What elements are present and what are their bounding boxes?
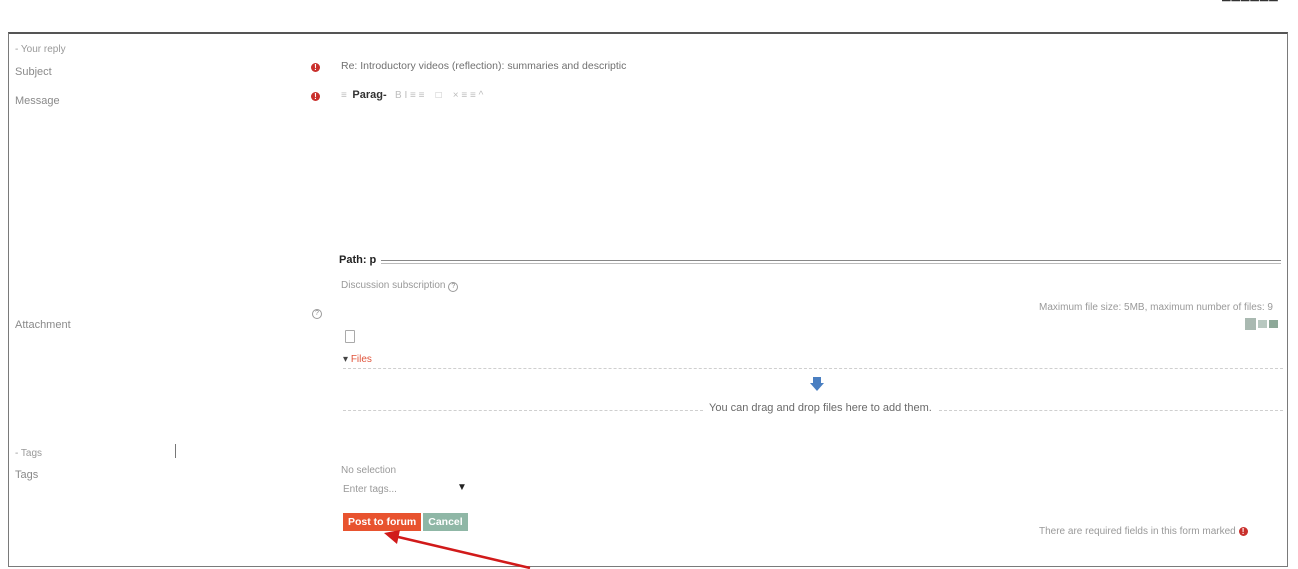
help-icon[interactable]: ? [448,282,459,292]
required-icon: ! [311,63,320,72]
editor-statusbar-line [381,260,1281,261]
cropped-top-text: ▔▔▔▔▔▔ [1222,1,1279,12]
editor-statusbar-line [381,263,1281,264]
subject-input[interactable]: Re: Introductory videos (reflection): su… [341,60,641,74]
grid-view-icon[interactable] [1245,318,1256,330]
help-icon[interactable]: ? [312,309,322,319]
list-view-icon[interactable] [1258,320,1267,328]
more-tools-buttons[interactable]: × ≡ ≡ ^ [453,90,484,101]
forum-reply-form: - Your reply Subject ! Re: Introductory … [8,32,1288,567]
subject-label: Subject [15,66,52,78]
add-file-icon[interactable] [345,330,355,343]
tags-label: Tags [15,469,39,481]
attachment-label: Attachment [15,319,71,331]
discussion-subscription-label: Discussion subscription [341,280,446,291]
no-selection-text: No selection [341,465,397,476]
view-toggle-group [1245,318,1281,330]
tags-input[interactable]: Enter tags... [343,484,397,495]
image-icon[interactable]: □ [436,90,442,101]
file-dropzone[interactable] [343,354,1283,428]
editor-path: Path: p [339,254,377,266]
max-file-info: Maximum file size: 5MB, maximum number o… [1039,302,1273,313]
annotation-arrow [384,530,531,569]
tree-view-icon[interactable] [1269,320,1278,328]
required-icon: ! [311,92,320,101]
editor-toolbar: ≡ Parag- B I ≡ ≡ □ × ≡ ≡ ^ [341,89,483,101]
tags-dropdown-icon[interactable]: ▼ [457,482,467,493]
section-tags[interactable]: - Tags [15,448,42,459]
required-fields-note-text: There are required fields in this form m… [1039,526,1236,537]
paragraph-dropdown[interactable]: Parag- [352,89,386,101]
section-your-reply[interactable]: - Your reply [15,44,66,55]
message-editor[interactable] [339,106,1279,254]
format-buttons[interactable]: B I ≡ ≡ [395,90,424,101]
menu-toggle-icon[interactable]: ≡ [341,90,347,101]
required-icon: ! [1238,527,1248,536]
cursor-mark [175,444,176,458]
discussion-subscription[interactable]: Discussion subscription ? [341,280,459,292]
message-label: Message [15,95,60,107]
required-fields-note: There are required fields in this form m… [1039,526,1248,537]
